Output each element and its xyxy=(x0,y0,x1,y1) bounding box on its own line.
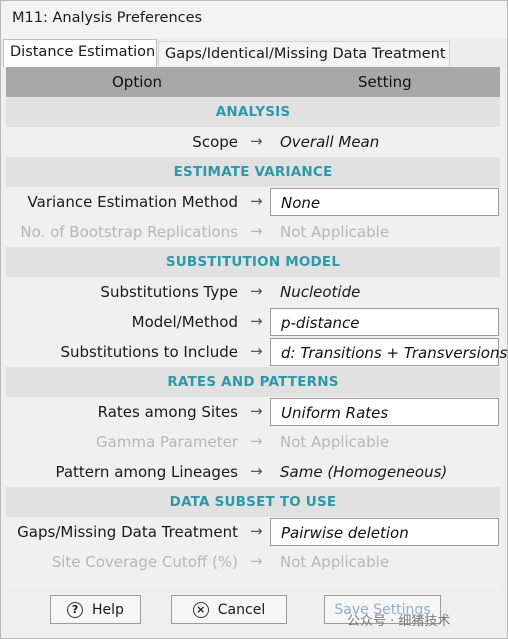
option-label: Variance Estimation Method xyxy=(27,193,238,211)
setting-value: None xyxy=(281,194,321,212)
dialog-footer: ? Help × Cancel Save Settings 公众号 · 细猪技术 xyxy=(1,589,507,638)
option-label: Substitutions Type xyxy=(100,283,238,301)
setting-value: Not Applicable xyxy=(280,433,390,451)
column-header-setting: Setting xyxy=(358,73,412,91)
setting-value-field[interactable]: Pairwise deletion xyxy=(270,518,499,546)
cancel-button[interactable]: × Cancel xyxy=(171,595,287,624)
help-icon: ? xyxy=(67,601,84,618)
tab-distance-estimation[interactable]: Distance Estimation xyxy=(3,39,157,67)
setting-value: Not Applicable xyxy=(280,223,390,241)
option-label: Gamma Parameter xyxy=(95,433,238,451)
arrow-right-icon: → xyxy=(250,222,263,240)
setting-value-field[interactable]: None xyxy=(270,188,499,216)
section-header-row: ANALYSIS xyxy=(6,97,500,127)
option-label: Gaps/Missing Data Treatment xyxy=(17,523,238,541)
section-label: DATA SUBSET TO USE xyxy=(169,494,337,510)
preferences-table: Option Setting ANALYSIS Scope → Overall Mea… xyxy=(6,67,507,589)
option-label: No. of Bootstrap Replications xyxy=(20,223,238,241)
section-header-row: DATA SUBSET TO USE xyxy=(6,487,500,517)
column-header-option: Option xyxy=(112,73,163,91)
arrow-right-icon: → xyxy=(250,192,263,210)
cancel-button-label: Cancel xyxy=(217,601,266,618)
section-label: SUBSTITUTION MODEL xyxy=(165,254,341,270)
option-label: Pattern among Lineages xyxy=(55,463,238,481)
arrow-right-icon: → xyxy=(250,402,263,420)
arrow-right-icon: → xyxy=(250,132,263,150)
window-title: M11: Analysis Preferences xyxy=(12,10,203,26)
setting-value: d: Transitions + Transversions xyxy=(281,344,508,362)
setting-value: Overall Mean xyxy=(280,133,380,151)
title-bar: M11: Analysis Preferences xyxy=(1,1,507,39)
section-header-row: ESTIMATE VARIANCE xyxy=(6,157,500,187)
option-label: Substitutions to Include xyxy=(60,343,238,361)
setting-row: Rates among Sites → Uniform Rates xyxy=(6,397,500,427)
option-label: Scope xyxy=(192,133,238,151)
section-header-row: RATES AND PATTERNS xyxy=(6,367,500,397)
setting-row: Pattern among Lineages → Same (Homogeneous… xyxy=(6,457,500,487)
option-label: Site Coverage Cutoff (%) xyxy=(51,553,238,571)
setting-value: p-distance xyxy=(281,314,360,332)
setting-row: Scope → Overall Mean xyxy=(6,127,500,157)
section-label: ESTIMATE VARIANCE xyxy=(173,164,333,180)
table-rows: ANALYSIS Scope → Overall Mean ESTIMATE VARIA… xyxy=(6,97,507,577)
tab-bar: Distance Estimation Gaps/Identical/Missi… xyxy=(1,39,507,67)
setting-value-field[interactable]: Uniform Rates xyxy=(270,398,499,426)
setting-value: Same (Homogeneous) xyxy=(280,463,448,481)
close-icon: × xyxy=(192,601,209,618)
section-header-row: SUBSTITUTION MODEL xyxy=(6,247,500,277)
arrow-right-icon: → xyxy=(250,282,263,300)
setting-value: Pairwise deletion xyxy=(281,524,409,542)
setting-row: Site Coverage Cutoff (%) → Not Applicable xyxy=(6,547,500,577)
option-label: Rates among Sites xyxy=(97,403,238,421)
setting-row: Gaps/Missing Data Treatment → Pairwise del… xyxy=(6,517,500,547)
arrow-right-icon: → xyxy=(250,552,263,570)
setting-row: No. of Bootstrap Replications → Not Applic… xyxy=(6,217,500,247)
arrow-right-icon: → xyxy=(250,522,263,540)
arrow-right-icon: → xyxy=(250,462,263,480)
analysis-preferences-window: M11: Analysis Preferences Distance Estim… xyxy=(0,0,508,639)
arrow-right-icon: → xyxy=(250,312,263,330)
setting-row: Gamma Parameter → Not Applicable xyxy=(6,427,500,457)
setting-value-field[interactable]: p-distance xyxy=(270,308,499,336)
setting-row: Model/Method → p-distance xyxy=(6,307,500,337)
section-label: RATES AND PATTERNS xyxy=(167,374,339,390)
setting-row: Substitutions to Include → d: Transitions … xyxy=(6,337,507,367)
setting-row: Variance Estimation Method → None xyxy=(6,187,500,217)
table-header: Option Setting xyxy=(6,67,500,97)
watermark-text: 公众号 · 细猪技术 xyxy=(347,614,451,629)
arrow-right-icon: → xyxy=(250,342,263,360)
help-button[interactable]: ? Help xyxy=(50,595,141,624)
help-button-label: Help xyxy=(92,601,124,618)
tab-gaps-identical-missing[interactable]: Gaps/Identical/Missing Data Treatment xyxy=(158,41,450,66)
setting-value: Uniform Rates xyxy=(281,404,389,422)
setting-row: Substitutions Type → Nucleotide xyxy=(6,277,500,307)
arrow-right-icon: → xyxy=(250,432,263,450)
setting-value: Not Applicable xyxy=(280,553,390,571)
section-label: ANALYSIS xyxy=(215,104,291,120)
setting-value-field[interactable]: d: Transitions + Transversions xyxy=(270,338,507,366)
setting-value: Nucleotide xyxy=(280,283,361,301)
option-label: Model/Method xyxy=(131,313,238,331)
